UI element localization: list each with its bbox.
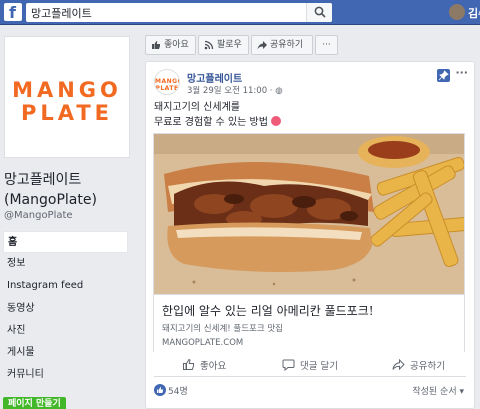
facebook-logo-icon[interactable]: f xyxy=(4,3,22,22)
mangoplate-logo-line2: PLATE xyxy=(20,101,114,125)
page-share-button[interactable]: 공유하기 xyxy=(251,35,313,55)
page-share-label: 공유하기 xyxy=(270,40,304,50)
link-preview-body[interactable]: 한입에 알수 있는 리얼 아메리칸 풀드포크! 돼지고기의 신세계! 풀드포크 … xyxy=(154,294,464,352)
nav-item-posts[interactable]: 게시물 xyxy=(3,342,128,364)
post-timestamp[interactable]: 3월 29일 오전 11:00 · ◍ xyxy=(187,84,283,96)
search-icon xyxy=(314,6,326,18)
search-input[interactable]: 망고플레이트 xyxy=(26,3,332,22)
post-message-line2-wrap: 무료로 경험할 수 있는 방법 xyxy=(154,115,282,130)
nav-item-instagram-feed[interactable]: Instagram feed xyxy=(3,275,128,297)
post-message: 돼지고기의 신세계를 무료로 경험할 수 있는 방법 xyxy=(154,100,282,130)
pinned-post: MANGO PLATE 망고플레이트 3월 29일 오전 11:00 · ◍ ·… xyxy=(145,61,475,409)
post-options-button[interactable]: ··· xyxy=(455,66,468,79)
avatar-logo-line2: PLATE xyxy=(155,85,179,92)
mangoplate-logo-line1: MANGO xyxy=(12,78,122,102)
nav-item-community[interactable]: 커뮤니티 xyxy=(3,364,128,386)
facebook-logo-letter: f xyxy=(9,3,16,22)
create-page-button[interactable]: 페이지 만들기 xyxy=(3,397,66,409)
post-like-label: 좋아요 xyxy=(200,361,227,372)
user-avatar[interactable] xyxy=(449,4,465,20)
post-comment-label: 댓글 달기 xyxy=(300,361,338,372)
follow-label: 팔로우 xyxy=(217,40,242,50)
post-action-bar: 좋아요 댓글 달기 공유하기 xyxy=(154,355,466,377)
page-handle[interactable]: @MangoPlate xyxy=(4,210,73,221)
comment-icon xyxy=(282,359,295,371)
nav-item-about[interactable]: 정보 xyxy=(3,253,128,275)
post-message-line1: 돼지고기의 신세계를 xyxy=(154,102,240,113)
post-reactions-summary: 54명 작성된 순서 ▾ xyxy=(154,382,466,400)
post-comment-button[interactable]: 댓글 달기 xyxy=(282,358,338,372)
search-button[interactable] xyxy=(306,3,332,22)
search-input-value: 망고플레이트 xyxy=(31,7,92,20)
page-nav: 홈 정보 Instagram feed 동영상 사진 게시물 커뮤니티 xyxy=(3,231,128,386)
page-sidebar: MANGO PLATE 망고플레이트 (MangoPlate) @MangoPl… xyxy=(0,26,137,409)
page-like-label: 좋아요 xyxy=(164,40,189,50)
share-arrow-icon xyxy=(257,41,267,50)
avatar-logo-line1: MANGO xyxy=(155,78,179,85)
post-share-button[interactable]: 공유하기 xyxy=(392,358,445,372)
post-message-line2: 무료로 경험할 수 있는 방법 xyxy=(154,117,268,128)
thumbs-up-icon xyxy=(152,41,160,49)
link-domain: MANGOPLATE.COM xyxy=(162,338,244,348)
post-share-label: 공유하기 xyxy=(410,361,445,372)
pin-icon xyxy=(437,69,450,82)
nav-item-home[interactable]: 홈 xyxy=(3,231,128,254)
user-name[interactable]: 김수 xyxy=(468,5,480,21)
pulled-pork-sandwich-image[interactable] xyxy=(154,134,464,294)
post-author-name[interactable]: 망고플레이트 xyxy=(187,70,242,85)
like-count[interactable]: 54명 xyxy=(168,384,188,397)
page-profile-picture[interactable]: MANGO PLATE xyxy=(4,36,130,158)
link-title[interactable]: 한입에 알수 있는 리얼 아메리칸 풀드포크! xyxy=(162,302,374,319)
page-title[interactable]: 망고플레이트 (MangoPlate) xyxy=(4,170,136,210)
like-reaction-icon xyxy=(154,384,166,396)
follow-button[interactable]: 팔로우 xyxy=(198,35,249,55)
link-preview-card[interactable]: 한입에 알수 있는 리얼 아메리칸 풀드포크! 돼지고기의 신세계! 풀드포크 … xyxy=(153,133,465,352)
page-like-button[interactable]: 좋아요 xyxy=(145,35,196,55)
top-navigation-bar: f 망고플레이트 김수 xyxy=(0,0,480,25)
rss-icon xyxy=(204,40,214,50)
nav-item-videos[interactable]: 동영상 xyxy=(3,298,128,320)
page-more-button[interactable]: ··· xyxy=(315,35,338,55)
page-action-bar: 좋아요 팔로우 공유하기 ··· xyxy=(145,35,338,55)
nav-item-photos[interactable]: 사진 xyxy=(3,320,128,342)
post-author-avatar[interactable]: MANGO PLATE xyxy=(154,69,180,95)
sandwich-illustration xyxy=(154,134,464,294)
thumbs-up-icon xyxy=(183,358,194,370)
post-like-button[interactable]: 좋아요 xyxy=(182,358,226,372)
pig-emoji-icon xyxy=(271,116,282,126)
link-description: 돼지고기의 신세계! 풀드포크 맛집 xyxy=(162,324,283,334)
share-arrow-icon xyxy=(392,358,405,371)
comment-sort-dropdown[interactable]: 작성된 순서 ▾ xyxy=(412,384,464,397)
